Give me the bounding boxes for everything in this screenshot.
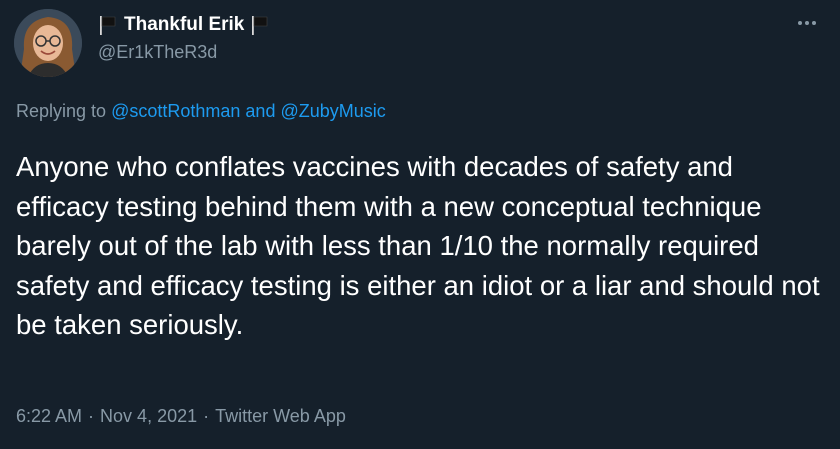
more-options-icon[interactable] bbox=[793, 13, 821, 33]
black-flag-icon bbox=[98, 14, 118, 36]
tweet-date[interactable]: Nov 4, 2021 bbox=[100, 406, 197, 426]
user-handle[interactable]: @Er1kTheR3d bbox=[98, 42, 217, 63]
tweet-time[interactable]: 6:22 AM bbox=[16, 406, 82, 426]
reply-conjunction: and bbox=[245, 101, 276, 121]
tweet-text: Anyone who conflates vaccines with decad… bbox=[16, 151, 820, 340]
tweet-metadata: 6:22 AM · Nov 4, 2021 · Twitter Web App bbox=[16, 406, 346, 427]
reply-user-link[interactable]: @ZubyMusic bbox=[280, 101, 385, 121]
replying-to-line: Replying to @scottRothman and @ZubyMusic bbox=[16, 101, 386, 122]
reply-user-link[interactable]: @scottRothman bbox=[111, 101, 240, 121]
separator-dot: · bbox=[203, 406, 210, 426]
tweet-card: Thankful Erik @Er1kTheR3d Replying to @s… bbox=[0, 0, 840, 449]
black-flag-icon bbox=[250, 14, 270, 36]
avatar[interactable] bbox=[14, 9, 82, 77]
author-name-row[interactable]: Thankful Erik bbox=[98, 11, 270, 39]
tweet-source: Twitter Web App bbox=[215, 406, 346, 426]
replying-to-label: Replying to bbox=[16, 101, 107, 121]
display-name[interactable]: Thankful Erik bbox=[124, 14, 244, 36]
avatar-image bbox=[14, 9, 82, 77]
separator-dot: · bbox=[88, 406, 95, 426]
